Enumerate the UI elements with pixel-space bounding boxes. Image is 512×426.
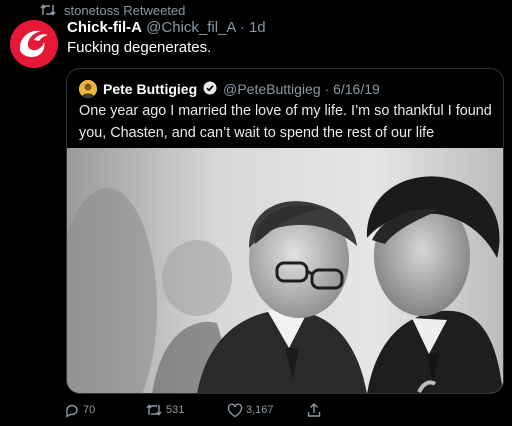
- quoted-author-name[interactable]: Pete Buttigieg: [103, 81, 197, 97]
- quoted-date-separator: ·: [320, 81, 334, 97]
- tweet-header: Chick-fil-A @Chick_fil_A · 1d: [67, 18, 266, 38]
- reply-button[interactable]: 70: [64, 400, 95, 420]
- retweet-button[interactable]: 531: [145, 400, 184, 420]
- like-button[interactable]: 3,167: [227, 400, 274, 420]
- share-button[interactable]: [306, 400, 322, 420]
- retweeted-by-label[interactable]: stonetoss Retweeted: [64, 3, 185, 18]
- tweet-text: Fucking degenerates.: [67, 39, 212, 56]
- quoted-tweet-date[interactable]: 6/16/19: [333, 81, 380, 97]
- heart-icon: [227, 402, 243, 418]
- chick-fil-a-logo-icon: [10, 20, 58, 68]
- photo-illustration: [67, 148, 503, 393]
- quoted-tweet-header: Pete Buttigieg @PeteButtigieg · 6/16/19: [79, 79, 380, 99]
- verified-badge-icon: [203, 81, 217, 98]
- time-separator: ·: [235, 19, 249, 36]
- quoted-tweet[interactable]: Pete Buttigieg @PeteButtigieg · 6/16/19 …: [66, 68, 504, 394]
- like-count: 3,167: [246, 404, 274, 416]
- wedding-photo[interactable]: [67, 148, 503, 393]
- quoted-author-avatar[interactable]: [79, 80, 97, 98]
- tweet-time[interactable]: 1d: [249, 19, 266, 36]
- chick-fil-a-avatar[interactable]: [10, 20, 58, 68]
- retweet-action-icon: [145, 403, 163, 417]
- reply-icon: [64, 402, 80, 418]
- share-icon: [306, 402, 322, 418]
- tweet-actions: 70 531 3,167: [64, 400, 484, 420]
- retweet-icon: [40, 3, 56, 17]
- author-name[interactable]: Chick-fil-A: [67, 19, 142, 36]
- retweet-count: 531: [166, 404, 185, 416]
- reply-count: 70: [83, 404, 96, 416]
- retweet-indicator: stonetoss Retweeted: [40, 2, 185, 18]
- quoted-author-handle[interactable]: @PeteButtigieg: [223, 81, 321, 97]
- author-handle[interactable]: @Chick_fil_A: [146, 19, 235, 36]
